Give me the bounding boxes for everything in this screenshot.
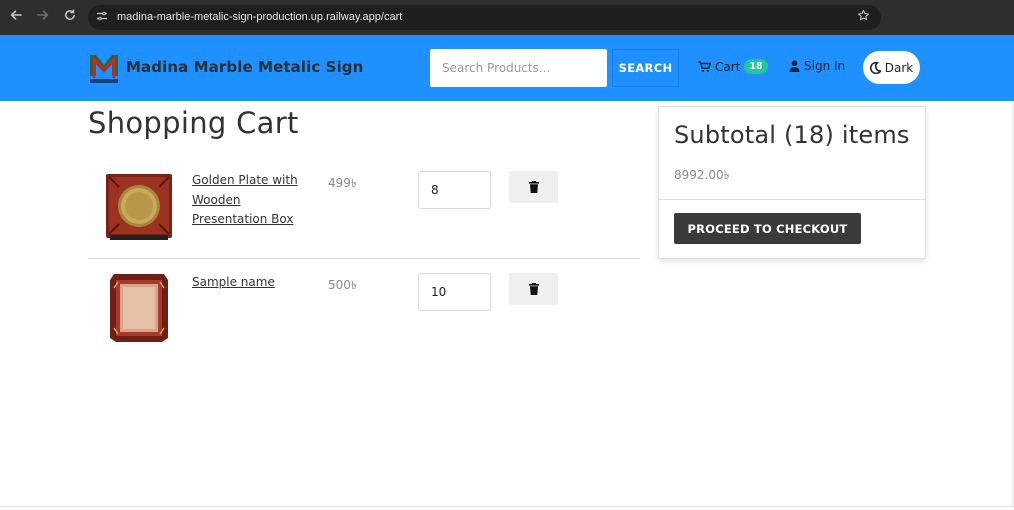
cart-icon <box>698 60 711 72</box>
trash-icon <box>528 283 539 295</box>
dark-mode-toggle[interactable]: Dark <box>863 51 920 84</box>
page-title: Shopping Cart <box>88 106 299 140</box>
bookmark-star-icon[interactable] <box>857 9 870 27</box>
subtotal-heading: Subtotal (18) items <box>674 121 910 149</box>
quantity-input[interactable] <box>418 273 491 311</box>
forward-arrow-icon[interactable] <box>34 8 52 26</box>
site-header: Madina Marble Metalic Sign SEARCH Cart 1… <box>0 35 1014 101</box>
product-name-link[interactable]: Sample name <box>192 273 312 293</box>
reload-icon[interactable] <box>61 8 79 26</box>
url-text[interactable]: madina-marble-metalic-sign-production.up… <box>117 9 402 26</box>
back-arrow-icon[interactable] <box>7 8 25 26</box>
site-settings-icon[interactable] <box>95 10 109 24</box>
product-name-link[interactable]: Golden Plate with Wooden Presentation Bo… <box>192 171 312 230</box>
trash-icon <box>528 181 539 193</box>
summary-divider <box>659 199 925 200</box>
cart-count-badge: 18 <box>744 59 768 74</box>
quantity-input[interactable] <box>418 171 491 209</box>
brand-name[interactable]: Madina Marble Metalic Sign <box>126 58 363 76</box>
cart-label: Cart <box>715 59 741 74</box>
sign-in-link[interactable]: Sign In <box>789 59 845 73</box>
search-button[interactable]: SEARCH <box>612 49 679 87</box>
delete-item-button[interactable] <box>509 171 558 203</box>
product-price: 500৳ <box>328 278 357 292</box>
browser-toolbar: madina-marble-metalic-sign-production.up… <box>0 0 1014 35</box>
cart-item-row: Sample name 500৳ <box>88 260 640 360</box>
cart-item-row: Golden Plate with Wooden Presentation Bo… <box>88 159 640 259</box>
user-icon <box>789 60 800 72</box>
dark-mode-label: Dark <box>884 60 914 75</box>
brand-logo[interactable] <box>88 52 120 84</box>
moon-icon <box>869 61 881 74</box>
subtotal-amount: 8992.00৳ <box>674 168 730 182</box>
sign-in-label: Sign In <box>804 59 846 73</box>
page-bottom-divider <box>0 506 1014 507</box>
delete-item-button[interactable] <box>509 273 558 305</box>
address-bar[interactable]: madina-marble-metalic-sign-production.up… <box>88 5 881 30</box>
product-image[interactable] <box>104 272 174 344</box>
product-image[interactable] <box>104 171 174 243</box>
cart-link[interactable]: Cart 18 <box>698 59 768 74</box>
product-price: 499৳ <box>328 176 357 190</box>
order-summary-card: Subtotal (18) items 8992.00৳ PROCEED TO … <box>658 106 926 259</box>
proceed-to-checkout-button[interactable]: PROCEED TO CHECKOUT <box>674 213 861 244</box>
search-input[interactable] <box>430 49 607 87</box>
